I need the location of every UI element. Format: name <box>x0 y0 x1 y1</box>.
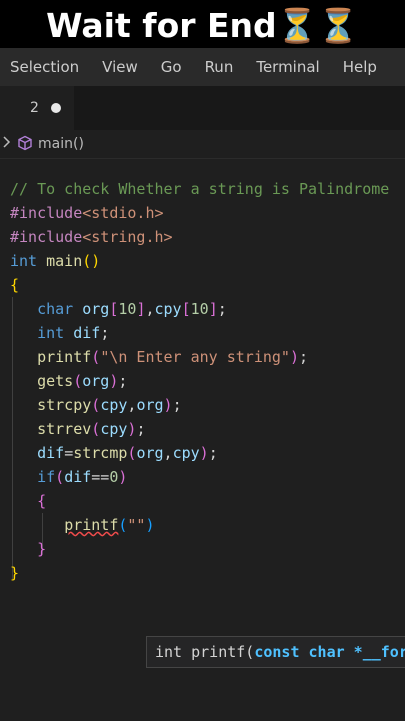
code-line[interactable]: char org[10],cpy[10]; <box>10 300 227 318</box>
code-line[interactable]: { <box>10 492 46 510</box>
hint-active-param: const char *__format <box>254 643 405 661</box>
breadcrumb: main() <box>0 130 405 158</box>
code-line[interactable]: dif=strcmp(org,cpy); <box>10 444 218 462</box>
code-line[interactable]: int dif; <box>10 324 109 342</box>
code-line[interactable]: strcpy(cpy,org); <box>10 396 182 414</box>
code-line[interactable]: // To check Whether a string is Palindro… <box>10 180 389 198</box>
menu-run[interactable]: Run <box>195 58 234 76</box>
menu-selection[interactable]: Selection <box>0 58 79 76</box>
unsaved-dot-icon[interactable] <box>51 103 61 113</box>
code-line[interactable]: #include<stdio.h> <box>10 204 164 222</box>
code-line[interactable]: printf("\n Enter any string"); <box>10 348 308 366</box>
menu-go[interactable]: Go <box>151 58 182 76</box>
menu-view[interactable]: View <box>92 58 138 76</box>
menu-terminal[interactable]: Terminal <box>246 58 319 76</box>
tab-bar: 2 <box>0 86 405 130</box>
menu-help[interactable]: Help <box>333 58 377 76</box>
video-title-banner: Wait for End⏳⏳ <box>0 0 405 48</box>
code-line[interactable]: if(dif==0) <box>10 468 127 486</box>
breadcrumb-symbol[interactable]: main() <box>38 136 84 152</box>
editor-tab[interactable]: 2 <box>0 86 74 130</box>
hint-signature: int printf( <box>155 643 255 661</box>
code-line[interactable]: } <box>10 564 19 582</box>
code-line[interactable]: int main() <box>10 252 100 270</box>
menu-bar: Selection View Go Run Terminal Help <box>0 48 405 86</box>
cube-method-icon <box>17 135 33 155</box>
chevron-right-icon[interactable] <box>2 134 12 154</box>
code-line[interactable]: { <box>10 276 19 294</box>
parameter-hint-popup: int printf(const char *__format <box>146 636 405 668</box>
code-line[interactable]: #include<string.h> <box>10 228 173 246</box>
code-line[interactable]: strrev(cpy); <box>10 420 145 438</box>
code-line[interactable]: gets(org); <box>10 372 127 390</box>
code-line[interactable]: printf("") <box>10 516 154 534</box>
code-content[interactable]: // To check Whether a string is Palindro… <box>10 177 389 585</box>
code-editor[interactable]: // To check Whether a string is Palindro… <box>0 158 405 721</box>
tab-label: 2 <box>30 100 39 116</box>
code-line[interactable]: } <box>10 540 46 558</box>
